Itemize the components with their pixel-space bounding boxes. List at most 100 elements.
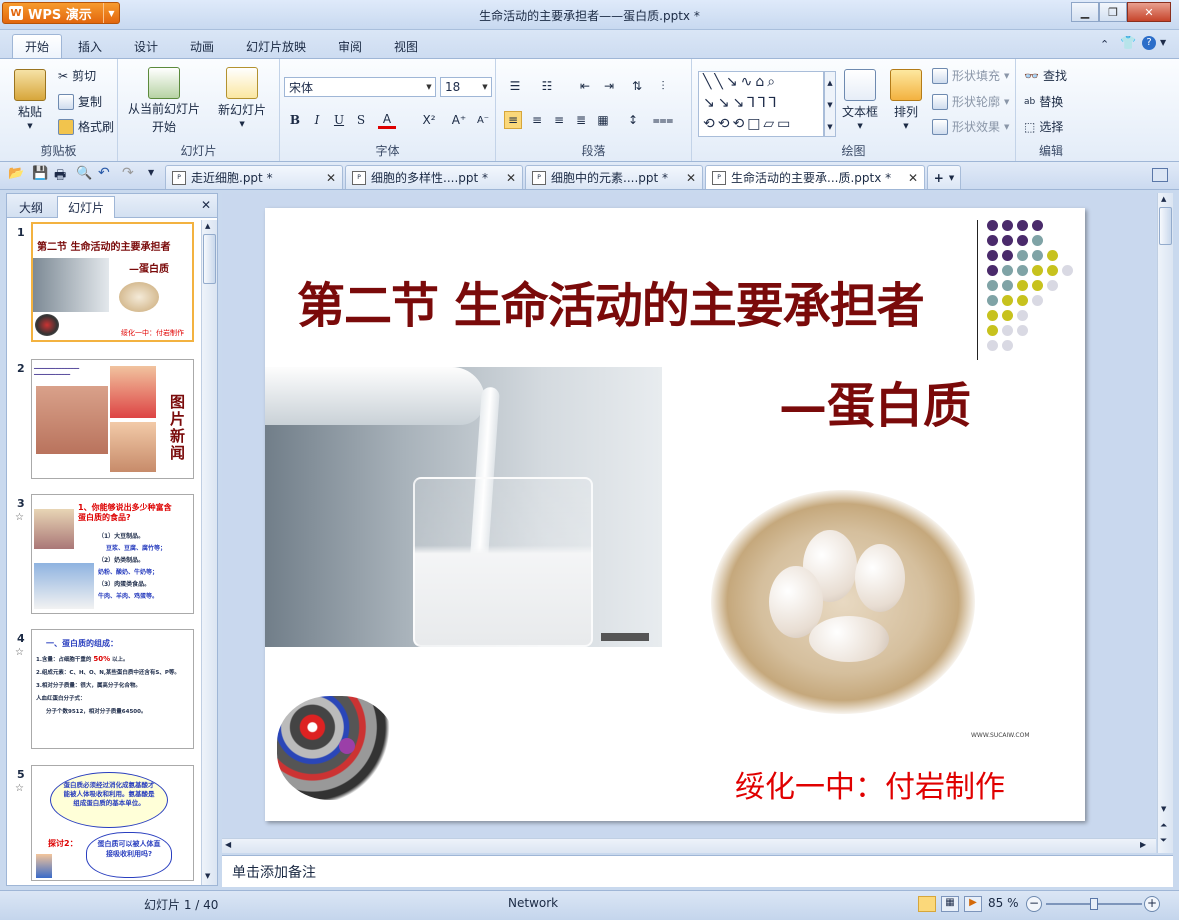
- find-button[interactable]: 👓 查找: [1024, 67, 1067, 84]
- slide-thumbnail-5[interactable]: 蛋白质必须经过消化成氨基酸才能被人体吸收和利用。氨基酸是组成蛋白质的基本单位。 …: [31, 765, 194, 881]
- minimize-button[interactable]: ▁: [1071, 2, 1099, 22]
- underline-button[interactable]: U: [330, 111, 348, 129]
- numbered-list-icon[interactable]: ☷: [538, 77, 556, 95]
- slide-subtitle[interactable]: —蛋白质: [779, 366, 971, 436]
- new-slide-button[interactable]: 新幻灯片 ▼: [218, 67, 266, 128]
- columns-icon[interactable]: ⩶: [653, 111, 674, 129]
- align-text-icon[interactable]: ⫶: [654, 77, 672, 95]
- next-slide-icon[interactable]: ⏷: [1160, 836, 1167, 846]
- help-icon[interactable]: ?: [1142, 36, 1156, 50]
- zoom-slider-handle[interactable]: [1090, 898, 1098, 910]
- close-tab-icon[interactable]: ✕: [908, 171, 918, 185]
- milk-pouring-image[interactable]: [265, 367, 662, 647]
- format-painter-button[interactable]: 格式刷: [58, 118, 114, 135]
- replace-button[interactable]: ab 替换: [1024, 93, 1063, 110]
- tab-slides[interactable]: 幻灯片: [57, 196, 116, 218]
- print-preview-icon[interactable]: 🔍: [76, 166, 92, 181]
- text-direction-icon[interactable]: ⇅: [628, 77, 646, 95]
- horizontal-scrollbar[interactable]: ◀ ▶: [222, 838, 1156, 853]
- close-tab-icon[interactable]: ✕: [686, 171, 696, 185]
- previous-slide-icon[interactable]: ⏶: [1160, 821, 1167, 831]
- ribbon-collapse-icon[interactable]: ⌃: [1100, 38, 1109, 51]
- open-folder-icon[interactable]: 📂: [8, 166, 24, 181]
- notes-pane[interactable]: 单击添加备注: [222, 855, 1173, 887]
- print-icon[interactable]: 🖶: [54, 166, 66, 188]
- tab-insert[interactable]: 插入: [66, 34, 114, 58]
- copy-button[interactable]: 复制: [58, 93, 102, 110]
- close-tab-icon[interactable]: ✕: [506, 171, 516, 185]
- font-size-combo[interactable]: 18 ▼: [440, 77, 492, 97]
- window-layout-icon[interactable]: [1152, 168, 1168, 182]
- doc-tab-3[interactable]: P 细胞中的元素....ppt * ✕: [525, 165, 703, 189]
- scroll-up-icon[interactable]: ▲: [205, 222, 210, 230]
- zoom-out-icon[interactable]: −: [1026, 896, 1042, 912]
- help-dropdown-icon[interactable]: ▼: [1160, 38, 1166, 47]
- scroll-down-icon[interactable]: ▼: [205, 872, 210, 880]
- doc-tab-2[interactable]: P 细胞的多样性....ppt * ✕: [345, 165, 523, 189]
- slide-thumbnail-3[interactable]: 1、你能够说出多少种富含蛋白质的食品? （1）大豆制品。 豆浆、豆腐、腐竹等； …: [31, 494, 194, 614]
- normal-view-icon[interactable]: [918, 896, 936, 912]
- slide-sorter-icon[interactable]: ▦: [941, 896, 959, 912]
- superscript-icon[interactable]: X²: [420, 111, 438, 129]
- tab-home[interactable]: 开始: [12, 34, 63, 58]
- slide-author-footer[interactable]: 绥化一中：付岩制作: [735, 762, 1005, 806]
- cut-button[interactable]: ✂ 剪切: [58, 67, 96, 84]
- distributed-icon[interactable]: ▦: [594, 111, 612, 129]
- tab-design[interactable]: 设计: [122, 34, 170, 58]
- close-button[interactable]: ✕: [1127, 2, 1171, 22]
- decrease-indent-icon[interactable]: ⇤: [576, 77, 594, 95]
- textbox-button[interactable]: 文本框 ▼: [842, 69, 878, 130]
- quick-access-dropdown-icon[interactable]: ▼: [148, 168, 154, 177]
- align-left-icon[interactable]: ≡: [504, 111, 522, 129]
- increase-indent-icon[interactable]: ⇥: [600, 77, 618, 95]
- from-current-slide-button[interactable]: 从当前幻灯片 开始: [128, 67, 200, 135]
- justify-icon[interactable]: ≣: [572, 111, 590, 129]
- close-tab-icon[interactable]: ✕: [326, 171, 336, 185]
- tab-outline[interactable]: 大纲: [9, 196, 53, 218]
- zoom-level[interactable]: 85 %: [988, 896, 1019, 910]
- shadow-button[interactable]: S: [352, 111, 370, 129]
- current-slide[interactable]: 第二节 生命活动的主要承担者 —蛋白质 WWW.SUCAIW.COM 绥化一中：…: [265, 208, 1085, 821]
- slide-thumbnail-2[interactable]: ━━━━━━━━━━━━━━━ ━━━━━━━━━━━━ 图片新闻: [31, 359, 194, 479]
- italic-button[interactable]: I: [308, 111, 326, 129]
- redo-icon[interactable]: ↷: [122, 165, 134, 181]
- scroll-right-icon[interactable]: ▶: [1140, 840, 1146, 849]
- shapes-gallery-scroll[interactable]: ▲ ▼ ▼: [824, 71, 836, 137]
- tab-slideshow[interactable]: 幻灯片放映: [234, 34, 318, 58]
- scroll-left-icon[interactable]: ◀: [225, 840, 231, 849]
- slide-thumbnail-4[interactable]: 一、蛋白质的组成： 1.含量：占细胞干重的 50% 以上。 2.组成元素：C、H…: [31, 629, 194, 749]
- doc-tab-1[interactable]: P 走近细胞.ppt * ✕: [165, 165, 343, 189]
- tab-review[interactable]: 审阅: [326, 34, 374, 58]
- maximize-button[interactable]: ❐: [1099, 2, 1127, 22]
- scroll-thumb[interactable]: [1159, 207, 1172, 245]
- align-center-icon[interactable]: ≡: [528, 111, 546, 129]
- line-spacing-icon[interactable]: ↕: [624, 111, 642, 129]
- egg-nest-image[interactable]: [711, 490, 975, 714]
- bold-button[interactable]: B: [286, 111, 304, 129]
- vertical-scrollbar[interactable]: ▲ ▼ ⏶ ⏷: [1157, 193, 1173, 853]
- font-name-combo[interactable]: 宋体 ▼: [284, 77, 436, 97]
- undo-icon[interactable]: ↶: [98, 165, 110, 181]
- paste-button[interactable]: 粘贴 ▼: [14, 69, 46, 130]
- shape-fill-button[interactable]: 形状填充 ▼: [932, 67, 1009, 84]
- shapes-gallery[interactable]: ╲╲↘∿⌂⌕ ↘↘↘⅂⅂⅂ ⟲⟲⟲□▱▭: [698, 71, 824, 137]
- slideshow-view-icon[interactable]: ▶: [964, 896, 982, 912]
- shape-outline-button[interactable]: 形状轮廓 ▼: [932, 93, 1009, 110]
- skin-icon[interactable]: 👕: [1120, 36, 1136, 51]
- grow-font-icon[interactable]: A⁺: [450, 111, 468, 129]
- doc-tab-4[interactable]: P 生命活动的主要承...质.pptx * ✕: [705, 165, 925, 189]
- shape-effects-button[interactable]: 形状效果 ▼: [932, 118, 1009, 135]
- save-icon[interactable]: 💾: [32, 166, 48, 181]
- align-right-icon[interactable]: ≡: [550, 111, 568, 129]
- scroll-down-icon[interactable]: ▼: [1161, 805, 1166, 813]
- font-color-icon[interactable]: A: [378, 111, 396, 129]
- arrange-button[interactable]: 排列 ▼: [890, 69, 922, 130]
- slide-thumbnail-1[interactable]: 第二节 生命活动的主要承担者 —蛋白质 绥化一中：付岩制作: [31, 222, 194, 342]
- tab-view[interactable]: 视图: [382, 34, 430, 58]
- tab-animation[interactable]: 动画: [178, 34, 226, 58]
- scroll-thumb[interactable]: [203, 234, 216, 284]
- slide-title[interactable]: 第二节 生命活动的主要承担者: [297, 266, 925, 336]
- zoom-in-icon[interactable]: +: [1144, 896, 1160, 912]
- scroll-up-icon[interactable]: ▲: [1161, 195, 1166, 203]
- close-pane-icon[interactable]: ✕: [201, 198, 211, 212]
